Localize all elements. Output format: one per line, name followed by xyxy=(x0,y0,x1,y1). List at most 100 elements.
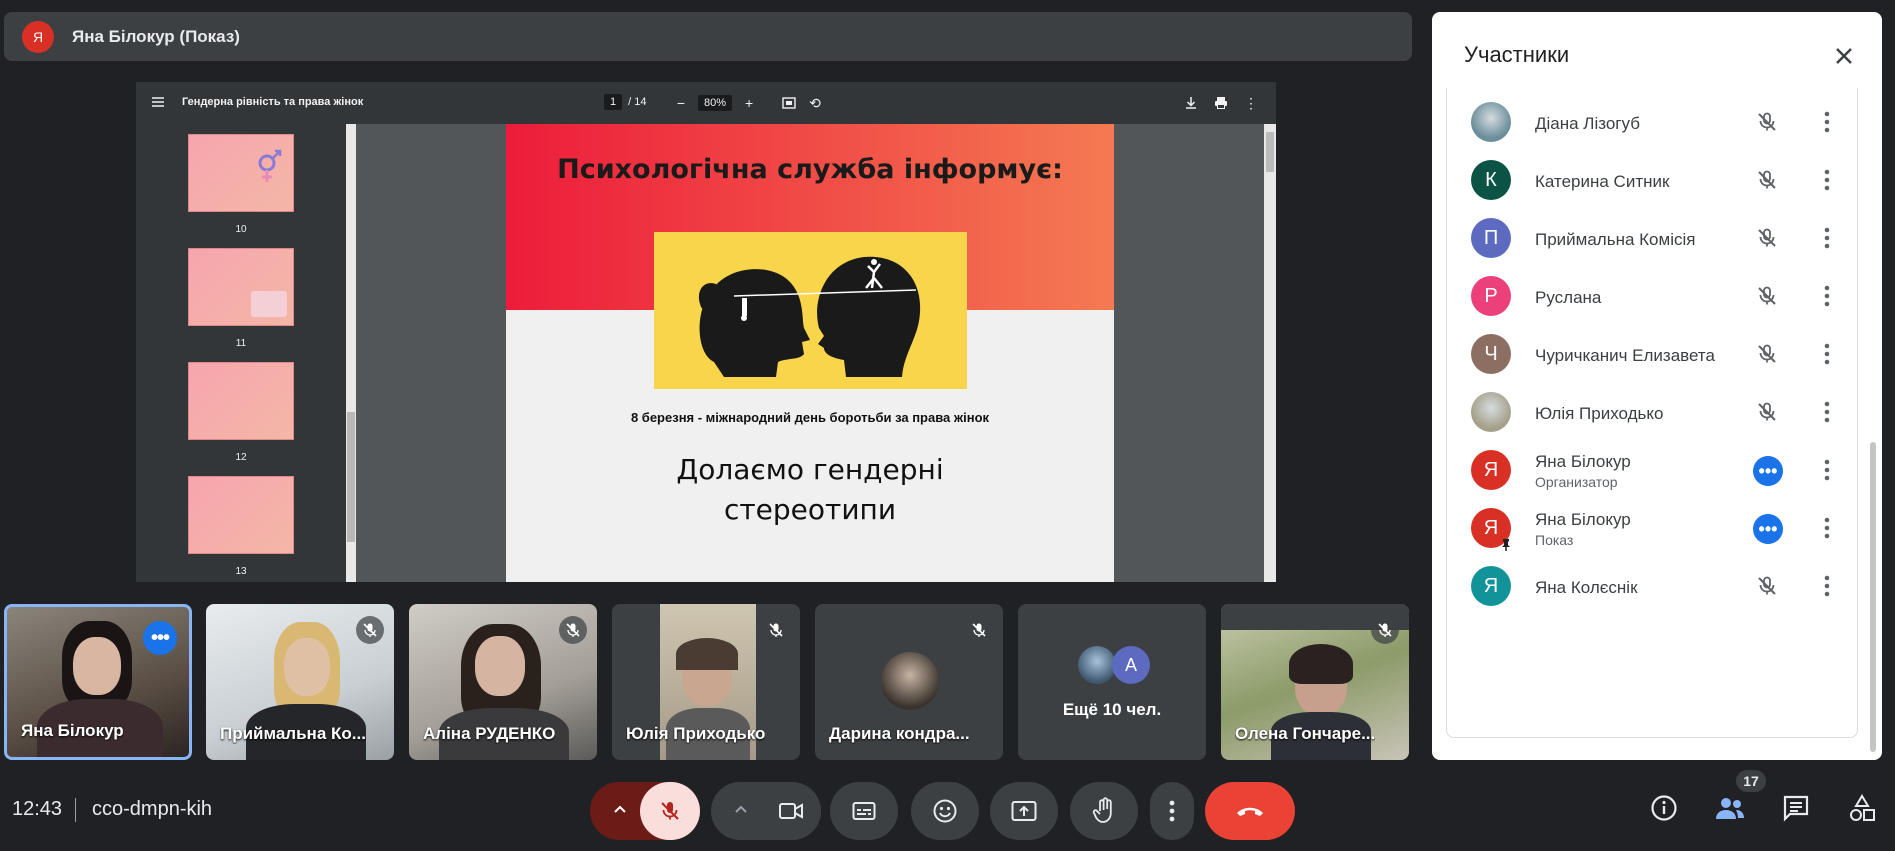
more-vert-icon[interactable] xyxy=(1813,340,1841,368)
more-vert-icon[interactable] xyxy=(1813,514,1841,542)
more-options-icon[interactable]: ••• xyxy=(143,621,177,655)
captions-button[interactable] xyxy=(830,782,898,840)
print-icon[interactable] xyxy=(1212,94,1230,112)
more-vert-icon[interactable] xyxy=(1813,398,1841,426)
tile-name: Юлія Приходько xyxy=(626,724,766,743)
mic-off-icon[interactable] xyxy=(1753,282,1781,310)
mic-off-icon[interactable] xyxy=(1753,166,1781,194)
raise-hand-button[interactable] xyxy=(1070,782,1138,840)
more-options-button[interactable] xyxy=(1150,782,1194,840)
camera-control-group xyxy=(711,782,821,840)
present-screen-button[interactable] xyxy=(990,782,1058,840)
people-icon[interactable] xyxy=(1712,790,1748,826)
page-number-input[interactable]: 1 xyxy=(604,94,623,110)
participant-row[interactable]: Юлія Приходько xyxy=(1447,382,1857,442)
thumbnail-page-11[interactable] xyxy=(188,248,294,326)
zoom-in-icon[interactable]: + xyxy=(740,94,758,112)
participant-row[interactable]: Ч Чуричканич Елизавета xyxy=(1447,324,1857,384)
chat-icon[interactable] xyxy=(1778,790,1814,826)
mic-off-icon[interactable] xyxy=(1753,108,1781,136)
more-participants-tile[interactable]: А Ещё 10 чел. xyxy=(1018,604,1206,760)
mic-off-icon[interactable] xyxy=(1753,224,1781,252)
mic-control-group xyxy=(590,782,700,840)
more-vert-icon[interactable]: ⋮ xyxy=(1242,94,1260,112)
participant-row[interactable]: Я Яна Білокур Организатор ••• xyxy=(1447,440,1857,500)
thumbnail-number: 13 xyxy=(235,566,247,577)
participant-row[interactable]: К Катерина Ситник xyxy=(1447,150,1857,210)
rotate-icon[interactable]: ⟲ xyxy=(806,94,824,112)
closed-captions-icon xyxy=(852,802,876,820)
more-vert-icon[interactable] xyxy=(1813,224,1841,252)
participant-tile[interactable]: Приймальна Ко... xyxy=(206,604,394,760)
participant-tile[interactable]: ••• Яна Білокур xyxy=(4,604,192,760)
menu-icon[interactable] xyxy=(150,94,166,110)
panel-scrollbar[interactable] xyxy=(1870,442,1876,752)
more-vert-icon[interactable] xyxy=(1813,572,1841,600)
chevron-up-icon[interactable] xyxy=(731,799,751,824)
close-icon[interactable] xyxy=(1828,40,1860,72)
thumbnail-page-13[interactable] xyxy=(188,476,294,554)
pdf-scrollbar[interactable] xyxy=(1264,124,1276,582)
participant-name: Яна Білокур xyxy=(1535,510,1631,529)
participant-row[interactable]: Я Яна Колєснік xyxy=(1447,556,1857,616)
thumbnail-page-10[interactable] xyxy=(188,134,294,212)
participant-name: Приймальна Комісія xyxy=(1535,230,1696,249)
call-end-icon xyxy=(1237,807,1263,816)
more-vert-icon[interactable] xyxy=(1813,108,1841,136)
more-vert-icon[interactable] xyxy=(1813,166,1841,194)
thumbnail-page-12[interactable] xyxy=(188,362,294,440)
download-icon[interactable] xyxy=(1182,94,1200,112)
participant-avatar xyxy=(881,652,939,710)
participant-name: Діана Лізогуб xyxy=(1535,114,1640,133)
pdf-toolbar: Гендерна рівність та права жінок 1 / 14 … xyxy=(136,82,1276,124)
mic-off-icon xyxy=(762,616,790,644)
participant-avatar: П xyxy=(1471,218,1511,258)
slide-date-text: 8 березня - міжнародний день боротьби за… xyxy=(630,410,990,425)
participant-name: Яна Білокур xyxy=(1535,452,1631,471)
more-vert-icon[interactable] xyxy=(1813,456,1841,484)
mic-off-icon[interactable] xyxy=(1753,340,1781,368)
participant-avatar: Я xyxy=(1471,566,1511,606)
activities-icon[interactable] xyxy=(1844,790,1880,826)
fit-page-icon[interactable] xyxy=(780,94,798,112)
participant-tile[interactable]: Юлія Приходько xyxy=(612,604,800,760)
present-to-all-icon xyxy=(1011,801,1037,821)
more-vert-icon[interactable] xyxy=(1813,282,1841,310)
participant-tile[interactable]: Олена Гончаре... xyxy=(1221,604,1409,760)
participant-row[interactable]: Діана Лізогуб xyxy=(1447,92,1857,152)
participant-row[interactable]: Р Руслана xyxy=(1447,266,1857,326)
slide-heading: Психологічна служба інформує: xyxy=(557,154,1063,185)
zoom-out-icon[interactable]: − xyxy=(672,94,690,112)
participant-name: Юлія Приходько xyxy=(1535,404,1664,423)
panel-title: Участники xyxy=(1464,42,1570,67)
pdf-page-1: Психологічна служба інформує: 8 березня … xyxy=(506,124,1114,582)
info-icon[interactable] xyxy=(1646,790,1682,826)
pdf-scroll-thumb[interactable] xyxy=(1266,132,1274,172)
shared-screen-pdf-viewer[interactable]: Гендерна рівність та права жінок 1 / 14 … xyxy=(136,82,1276,582)
more-vert-icon xyxy=(1169,800,1175,822)
tile-name: Яна Білокур xyxy=(21,721,124,740)
mic-off-icon xyxy=(965,616,993,644)
mic-off-button[interactable] xyxy=(640,782,700,840)
mic-off-icon[interactable] xyxy=(1753,572,1781,600)
participant-count-badge: 17 xyxy=(1736,770,1766,792)
camera-button[interactable] xyxy=(761,782,821,840)
participant-avatar xyxy=(1471,392,1511,432)
participant-tile[interactable]: Аліна РУДЕНКО xyxy=(409,604,597,760)
participant-role: Показ xyxy=(1535,532,1574,548)
participant-row[interactable]: П Приймальна Комісія xyxy=(1447,208,1857,268)
chevron-up-icon[interactable] xyxy=(610,799,630,824)
thumbnail-number: 10 xyxy=(235,224,247,235)
participant-tile[interactable]: Дарина кондра... xyxy=(815,604,1003,760)
thumbnail-scroll-thumb[interactable] xyxy=(347,412,355,542)
leave-call-button[interactable] xyxy=(1205,782,1295,840)
zoom-controls: − 80% + ⟲ xyxy=(672,94,824,112)
participant-avatar: К xyxy=(1471,160,1511,200)
participant-name: Чуричканич Елизавета xyxy=(1535,346,1715,365)
reactions-button[interactable] xyxy=(911,782,979,840)
participants-list: Діана Лізогуб К Катерина Ситник П Приймальна… xyxy=(1446,88,1858,738)
mic-off-icon[interactable] xyxy=(1753,398,1781,426)
meeting-code: cco-dmpn-kih xyxy=(92,798,213,820)
participant-row[interactable]: Я Яна Білокур Показ ••• xyxy=(1447,498,1857,558)
zoom-level[interactable]: 80% xyxy=(698,95,733,111)
